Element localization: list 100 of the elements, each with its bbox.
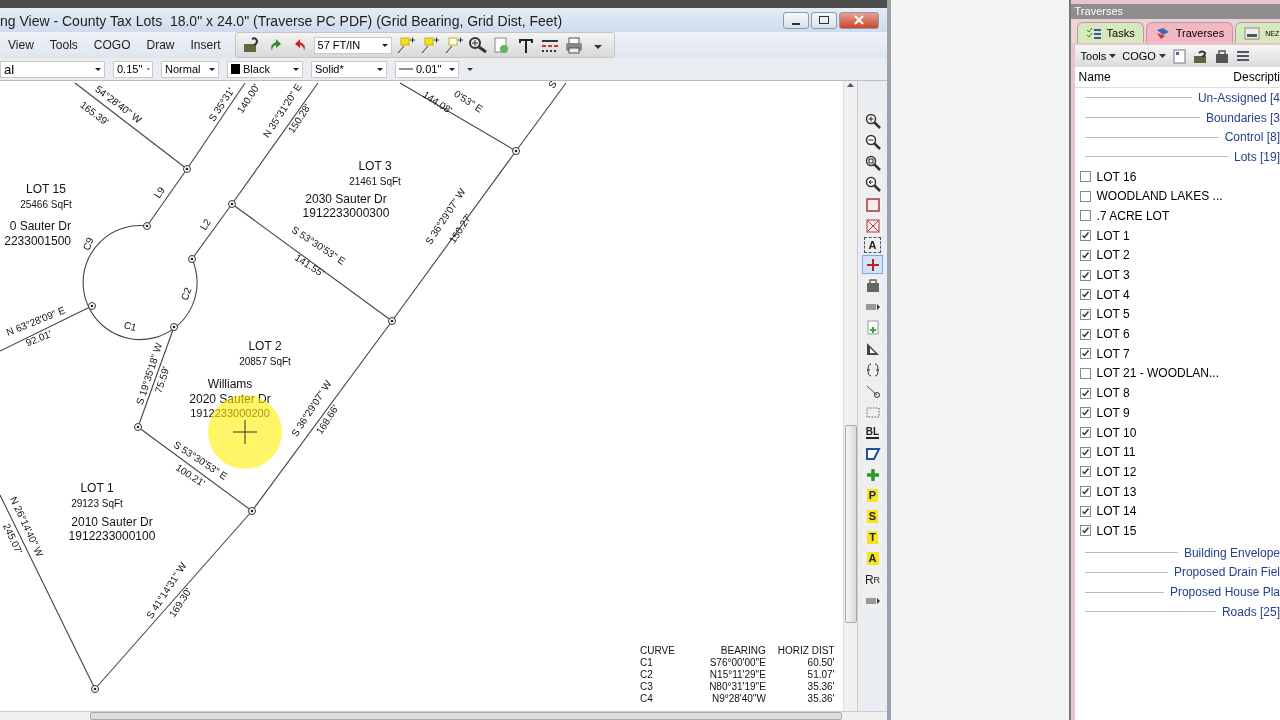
traverse-name[interactable]: LOT 6 — [1096, 327, 1130, 342]
checkbox[interactable] — [1079, 190, 1091, 202]
checkbox[interactable] — [1079, 505, 1091, 517]
letter-tool-button[interactable]: P — [862, 486, 884, 505]
menu-item[interactable]: View — [0, 38, 42, 52]
zoom-window-tool[interactable] — [862, 153, 884, 172]
traverse-name[interactable]: LOT 12 — [1096, 464, 1137, 479]
checkbox[interactable] — [1079, 210, 1091, 222]
checkbox[interactable] — [1079, 407, 1091, 419]
traverse-name[interactable]: LOT 15 — [1096, 523, 1137, 538]
checkbox[interactable] — [1079, 446, 1091, 458]
traverse-name[interactable]: LOT 13 — [1096, 484, 1137, 499]
text-style-dropdown[interactable]: Normal — [161, 60, 219, 78]
traverse-name[interactable]: LOT 7 — [1096, 346, 1130, 361]
point-add-icon[interactable] — [395, 36, 416, 54]
column-header[interactable]: Descripti — [1233, 70, 1280, 84]
point-add-query-icon[interactable] — [419, 36, 440, 54]
traverse-name[interactable]: LOT 3 — [1096, 268, 1130, 283]
group-row[interactable]: Boundaries [3 — [1205, 110, 1280, 125]
letter-tool-button[interactable]: T — [862, 528, 884, 547]
zoom-icon[interactable] — [467, 36, 488, 54]
traverse-name[interactable]: LOT 2 — [1096, 248, 1130, 263]
line-width-dropdown[interactable]: 0.01" — [395, 60, 459, 78]
traverse-name[interactable]: .7 ACRE LOT — [1096, 208, 1170, 223]
checkbox[interactable] — [1079, 269, 1091, 281]
polygon-tool[interactable] — [862, 444, 884, 463]
more-tool[interactable] — [862, 297, 884, 316]
checkbox[interactable] — [1079, 486, 1091, 498]
zoom-out-tool[interactable] — [862, 132, 884, 151]
maximize-button[interactable] — [811, 11, 837, 29]
zoom-previous-tool[interactable] — [862, 174, 884, 193]
letter-tool-button[interactable]: A — [862, 549, 884, 568]
close-button[interactable] — [839, 11, 879, 29]
zoom-fit-tool[interactable] — [862, 216, 884, 235]
printer-icon[interactable] — [563, 36, 584, 54]
traverse-name[interactable]: LOT 16 — [1096, 169, 1137, 184]
survey-point — [143, 222, 151, 230]
panel-tab[interactable]: Tasks — [1076, 22, 1144, 43]
horizontal-scrollbar-thumb[interactable] — [90, 712, 842, 720]
checkbox[interactable] — [1079, 466, 1091, 478]
minimize-button[interactable] — [783, 11, 809, 29]
scale-dropdown[interactable]: 57 FT/IN — [313, 36, 392, 54]
checkbox[interactable] — [1079, 230, 1091, 242]
menu-item[interactable]: Tools — [41, 38, 86, 52]
crosshair-tool[interactable] — [862, 255, 884, 274]
checkbox[interactable] — [1079, 289, 1091, 301]
checkbox[interactable] — [1079, 367, 1091, 379]
lot-label: 0 Sauter Dr — [9, 219, 71, 234]
group-row[interactable]: Proposed Drain Fiel — [1173, 565, 1280, 580]
traverse-name[interactable]: LOT 9 — [1096, 405, 1130, 420]
checkbox[interactable] — [1079, 328, 1091, 340]
zoom-in-tool[interactable] — [862, 111, 884, 130]
toolbox-icon[interactable] — [1213, 48, 1229, 64]
menu-item[interactable]: COGO — [85, 38, 139, 52]
checkbox[interactable] — [1079, 387, 1091, 399]
menu-item[interactable]: Draw — [138, 38, 183, 52]
point-outline-add-icon[interactable] — [443, 36, 464, 54]
brace-tool[interactable] — [862, 360, 884, 379]
extents-tool[interactable] — [862, 195, 884, 214]
checkbox[interactable] — [1079, 249, 1091, 261]
group-row[interactable]: Roads [25] — [1221, 604, 1280, 619]
group-row[interactable]: Lots [19] — [1233, 149, 1280, 164]
toolbar-menu[interactable]: COGO — [1122, 50, 1166, 62]
checkbox[interactable] — [1079, 171, 1091, 183]
table-cell-text: C4 — [640, 693, 654, 705]
traverse-name[interactable]: LOT 14 — [1096, 504, 1137, 519]
list-icon[interactable] — [1234, 48, 1250, 64]
traverse-name[interactable]: LOT 11 — [1096, 445, 1136, 460]
menu-item[interactable]: Insert — [182, 38, 229, 52]
group-row[interactable]: Control [8] — [1224, 130, 1280, 145]
group-row[interactable]: Proposed House Pla — [1169, 585, 1280, 600]
package-tool[interactable] — [862, 276, 884, 295]
traverse-name[interactable]: WOODLAND LAKES ... — [1096, 189, 1223, 204]
letter-tool-button[interactable]: BL — [862, 423, 884, 442]
group-row[interactable]: Building Envelope — [1183, 545, 1280, 560]
triangle-tool[interactable] — [862, 339, 884, 358]
layer-dropdown[interactable]: al — [0, 60, 105, 78]
toolbar-menu[interactable]: Tools — [1080, 50, 1117, 62]
checkbox[interactable] — [1079, 348, 1091, 360]
checkbox[interactable] — [1079, 308, 1091, 320]
point-line-tool[interactable] — [862, 381, 884, 400]
traverse-name[interactable]: LOT 8 — [1096, 386, 1130, 401]
checkbox[interactable] — [1079, 427, 1091, 439]
zoom-text-button[interactable]: A — [864, 237, 882, 253]
more-tool[interactable] — [862, 591, 884, 610]
traverse-name[interactable]: LOT 4 — [1096, 287, 1130, 302]
text-size-dropdown[interactable]: 0.15" — [113, 60, 153, 78]
column-header[interactable]: Name — [1078, 70, 1111, 84]
form-icon[interactable] — [1171, 48, 1187, 64]
traverse-name[interactable]: LOT 21 - WOODLAN... — [1096, 366, 1220, 381]
traverse-name[interactable]: LOT 10 — [1096, 425, 1137, 440]
panel-tab[interactable]: Traverses — [1145, 22, 1234, 43]
traverse-name[interactable]: LOT 5 — [1096, 307, 1130, 322]
group-row[interactable]: Un-Assigned [4 — [1197, 90, 1280, 105]
letter-tool-button[interactable]: S — [862, 507, 884, 526]
traverse-name[interactable]: LOT 1 — [1096, 228, 1130, 243]
color-dropdown[interactable]: Black — [227, 60, 303, 78]
checkbox[interactable] — [1079, 525, 1091, 537]
line-type-dropdown[interactable]: Solid* — [311, 60, 387, 78]
vertical-scrollbar-thumb[interactable] — [844, 425, 857, 623]
